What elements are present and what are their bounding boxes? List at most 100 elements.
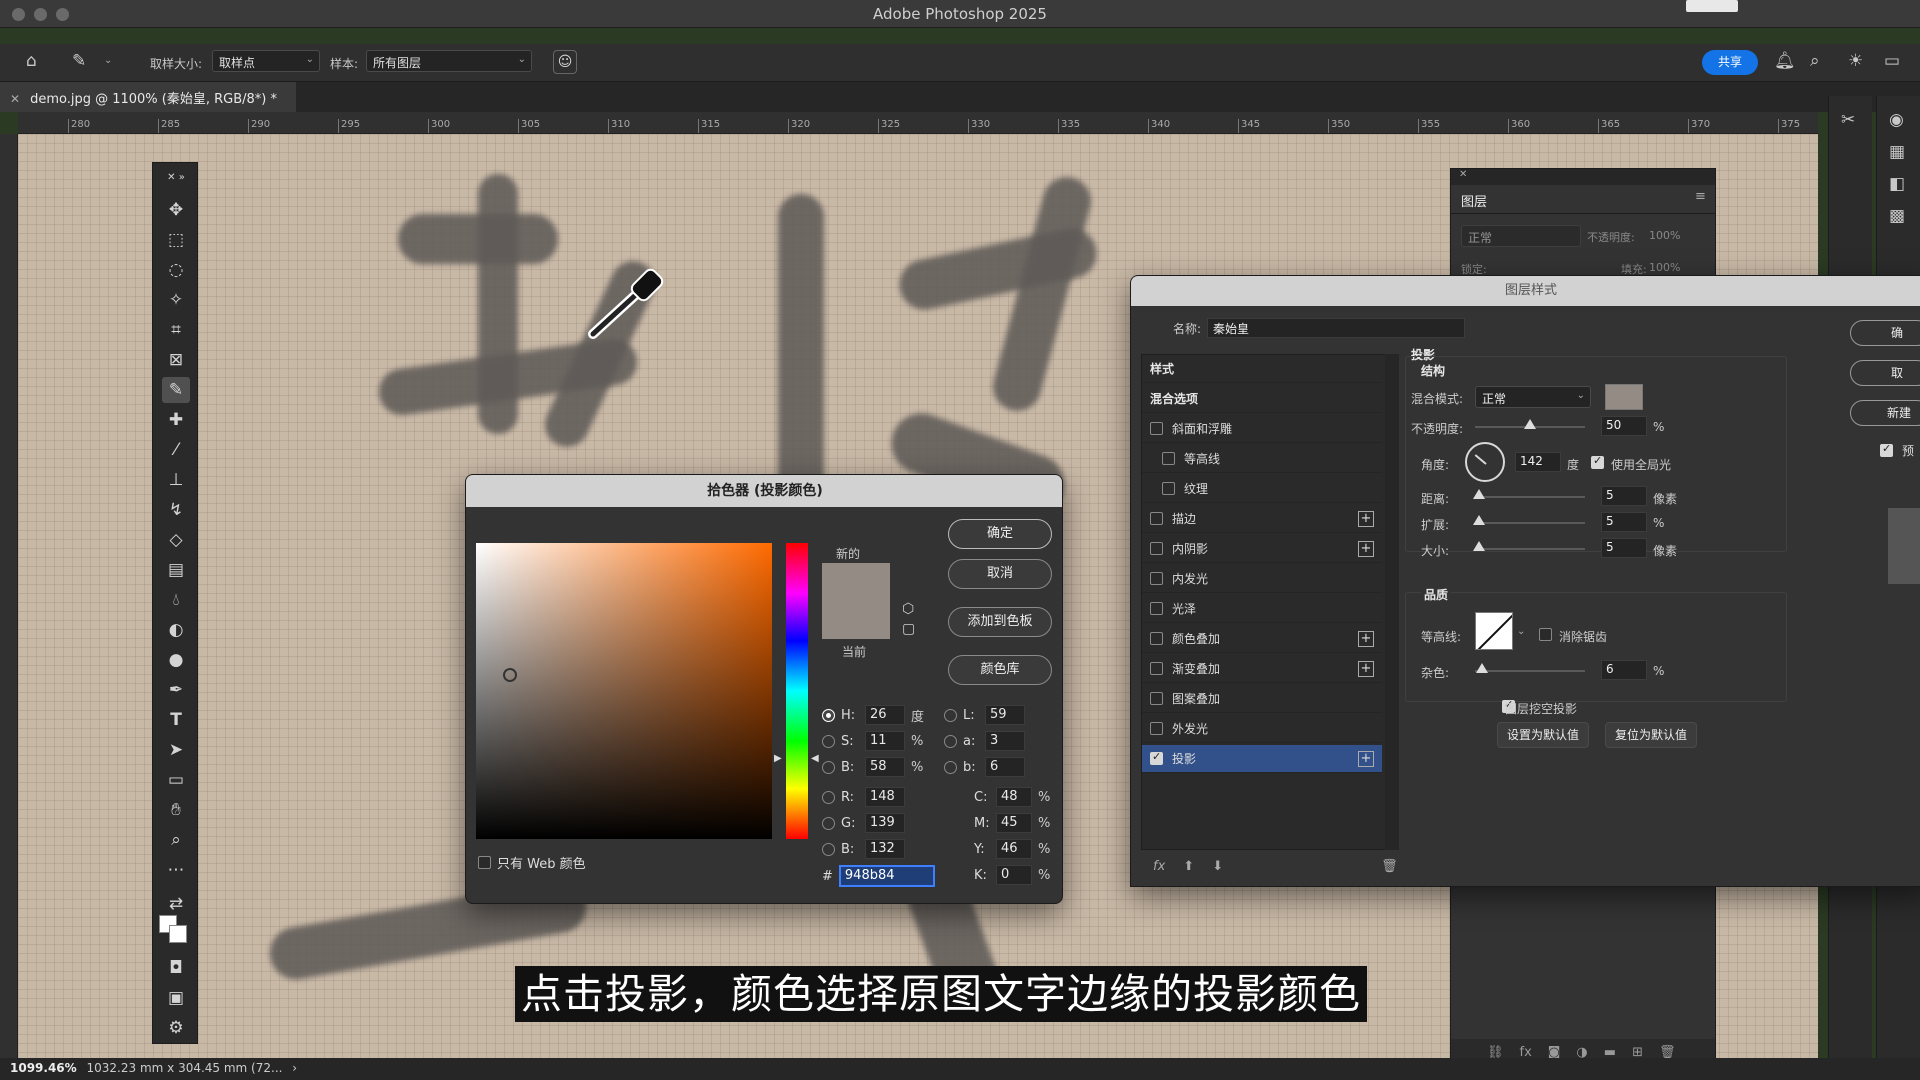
fx-icon[interactable]: fx bbox=[1153, 859, 1165, 874]
h-input[interactable]: 26 bbox=[865, 705, 905, 725]
chevron-right-icon[interactable]: › bbox=[292, 1061, 297, 1075]
style-list-item[interactable]: 斜面和浮雕 bbox=[1142, 415, 1382, 443]
size-input[interactable]: 5 bbox=[1601, 538, 1647, 558]
global-light-checkbox[interactable] bbox=[1591, 454, 1604, 469]
c-input[interactable]: 48 bbox=[996, 787, 1032, 807]
patterns-icon[interactable]: ▩ bbox=[1889, 206, 1905, 226]
blur-tool-icon[interactable]: 💧︎ bbox=[162, 587, 190, 613]
screen-mode-icon[interactable]: ▣ bbox=[162, 985, 190, 1011]
move-up-icon[interactable]: ⬆ bbox=[1183, 859, 1194, 874]
trash-icon[interactable]: 🗑︎ bbox=[1381, 859, 1398, 874]
zoom-tool-icon[interactable]: ⌕ bbox=[162, 827, 190, 853]
style-list-scrollbar[interactable] bbox=[1385, 354, 1399, 850]
preview-checkbox[interactable] bbox=[1880, 442, 1893, 457]
brush-tool-icon[interactable]: ⁄ bbox=[162, 437, 190, 463]
add-to-swatches-button[interactable]: 添加到色板 bbox=[948, 607, 1052, 637]
stamp-tool-icon[interactable]: ⊥ bbox=[162, 467, 190, 493]
g-radio[interactable] bbox=[822, 816, 835, 830]
h-radio[interactable] bbox=[822, 708, 835, 722]
style-checkbox[interactable] bbox=[1150, 662, 1163, 675]
style-list-item[interactable]: 描边 + bbox=[1142, 505, 1382, 533]
color-libraries-button[interactable]: 颜色库 bbox=[948, 655, 1052, 685]
chevron-down-icon[interactable]: ⌄ bbox=[104, 55, 112, 66]
l-radio[interactable] bbox=[944, 708, 957, 722]
ok-button[interactable]: 确定 bbox=[948, 519, 1052, 549]
scissors-icon[interactable]: ✂ bbox=[1841, 110, 1855, 130]
chevron-down-icon[interactable]: ⌄ bbox=[1517, 626, 1525, 637]
hue-arrow-right-icon[interactable]: ◀ bbox=[811, 753, 819, 764]
r-radio[interactable] bbox=[822, 790, 835, 804]
saturation-brightness-field[interactable] bbox=[476, 543, 772, 839]
style-checkbox[interactable] bbox=[1150, 722, 1163, 735]
hand-tool-icon[interactable]: ✋︎ bbox=[162, 797, 190, 823]
style-list-item[interactable]: 内发光 bbox=[1142, 565, 1382, 593]
noise-slider[interactable] bbox=[1475, 663, 1585, 673]
spread-input[interactable]: 5 bbox=[1601, 512, 1647, 532]
style-list-item[interactable]: 图案叠加 bbox=[1142, 685, 1382, 713]
panel-collapse-icon[interactable]: ✕ » bbox=[162, 165, 190, 191]
lab-b-input[interactable]: 6 bbox=[985, 757, 1025, 777]
hue-arrow-left-icon[interactable]: ▶ bbox=[774, 753, 782, 764]
sample-size-select[interactable]: 取样点 ⌄ bbox=[212, 50, 320, 72]
object-select-tool-icon[interactable]: ◌ bbox=[162, 257, 190, 283]
style-list-item[interactable]: 内阴影 + bbox=[1142, 535, 1382, 563]
web-safe-icon[interactable]: ▢ bbox=[902, 621, 915, 637]
document-tab[interactable]: ✕ demo.jpg @ 1100% (秦始皇, RGB/8*) * bbox=[0, 82, 296, 112]
style-checkbox[interactable] bbox=[1150, 750, 1163, 765]
a-input[interactable]: 3 bbox=[985, 731, 1025, 751]
layer-opacity-value[interactable]: 100% bbox=[1649, 229, 1680, 242]
swatches-icon[interactable]: ▦ bbox=[1889, 142, 1905, 162]
style-checkbox[interactable] bbox=[1150, 692, 1163, 705]
lab-b-radio[interactable] bbox=[944, 760, 957, 774]
marquee-tool-icon[interactable]: ⬚ bbox=[162, 227, 190, 253]
set-default-button[interactable]: 设置为默认值 bbox=[1497, 722, 1589, 748]
document-info[interactable]: 1032.23 mm x 304.45 mm (72... bbox=[87, 1061, 283, 1075]
pen-tool-icon[interactable]: ✒ bbox=[162, 677, 190, 703]
style-checkbox[interactable] bbox=[1162, 452, 1175, 465]
style-list-item[interactable]: 渐变叠加 + bbox=[1142, 655, 1382, 683]
eyedropper-tool-icon[interactable]: ✎ bbox=[72, 51, 86, 71]
search-icon[interactable]: ⌕ bbox=[1810, 51, 1820, 71]
slider-knob[interactable] bbox=[1473, 489, 1485, 499]
more-tools-icon[interactable]: ⋯ bbox=[162, 857, 190, 883]
distance-input[interactable]: 5 bbox=[1601, 486, 1647, 506]
bell-icon[interactable]: 🔔︎ bbox=[1774, 51, 1796, 71]
s-input[interactable]: 11 bbox=[865, 731, 905, 751]
spread-slider[interactable] bbox=[1473, 515, 1585, 525]
hue-slider[interactable] bbox=[786, 543, 808, 839]
style-list-item[interactable]: 样式 bbox=[1142, 355, 1382, 383]
type-tool-icon[interactable]: T bbox=[162, 707, 190, 733]
style-list-item[interactable]: 光泽 bbox=[1142, 595, 1382, 623]
angle-input[interactable]: 142 bbox=[1515, 452, 1561, 472]
blue-radio[interactable] bbox=[822, 842, 835, 856]
web-only-checkbox[interactable] bbox=[478, 856, 491, 869]
color-marker[interactable] bbox=[503, 668, 517, 682]
size-slider[interactable] bbox=[1473, 541, 1585, 551]
add-effect-icon[interactable]: + bbox=[1358, 541, 1374, 557]
history-brush-icon[interactable]: ↯ bbox=[162, 497, 190, 523]
gradient-tool-icon[interactable]: ▤ bbox=[162, 557, 190, 583]
background-color-swatch[interactable] bbox=[169, 925, 187, 943]
style-checkbox[interactable] bbox=[1150, 572, 1163, 585]
swap-colors-icon[interactable]: ⇄ bbox=[162, 891, 190, 917]
style-list-item[interactable]: 外发光 bbox=[1142, 715, 1382, 743]
angle-dial[interactable] bbox=[1465, 442, 1505, 482]
quick-mask-icon[interactable]: ◘ bbox=[162, 955, 190, 981]
burn-tool-icon[interactable]: ● bbox=[162, 647, 190, 673]
add-effect-icon[interactable]: + bbox=[1358, 631, 1374, 647]
move-tool-icon[interactable]: ✥ bbox=[162, 197, 190, 223]
healing-brush-icon[interactable]: ✚ bbox=[162, 407, 190, 433]
noise-input[interactable]: 6 bbox=[1601, 660, 1647, 680]
current-color-swatch[interactable] bbox=[822, 601, 890, 639]
close-icon[interactable]: ✕ bbox=[10, 92, 20, 106]
fill-value[interactable]: 100% bbox=[1649, 261, 1680, 274]
edit-toolbar-icon[interactable]: ⚙ bbox=[162, 1015, 190, 1041]
eyedropper-tool-icon[interactable]: ✎ bbox=[162, 377, 190, 403]
reset-default-button[interactable]: 复位为默认值 bbox=[1605, 722, 1697, 748]
slider-knob[interactable] bbox=[1473, 541, 1485, 551]
add-effect-icon[interactable]: + bbox=[1358, 751, 1374, 767]
add-effect-icon[interactable]: + bbox=[1358, 511, 1374, 527]
style-list-item[interactable]: 纹理 bbox=[1142, 475, 1382, 503]
style-checkbox[interactable] bbox=[1150, 602, 1163, 615]
sample-select[interactable]: 所有图层 ⌄ bbox=[366, 50, 532, 72]
